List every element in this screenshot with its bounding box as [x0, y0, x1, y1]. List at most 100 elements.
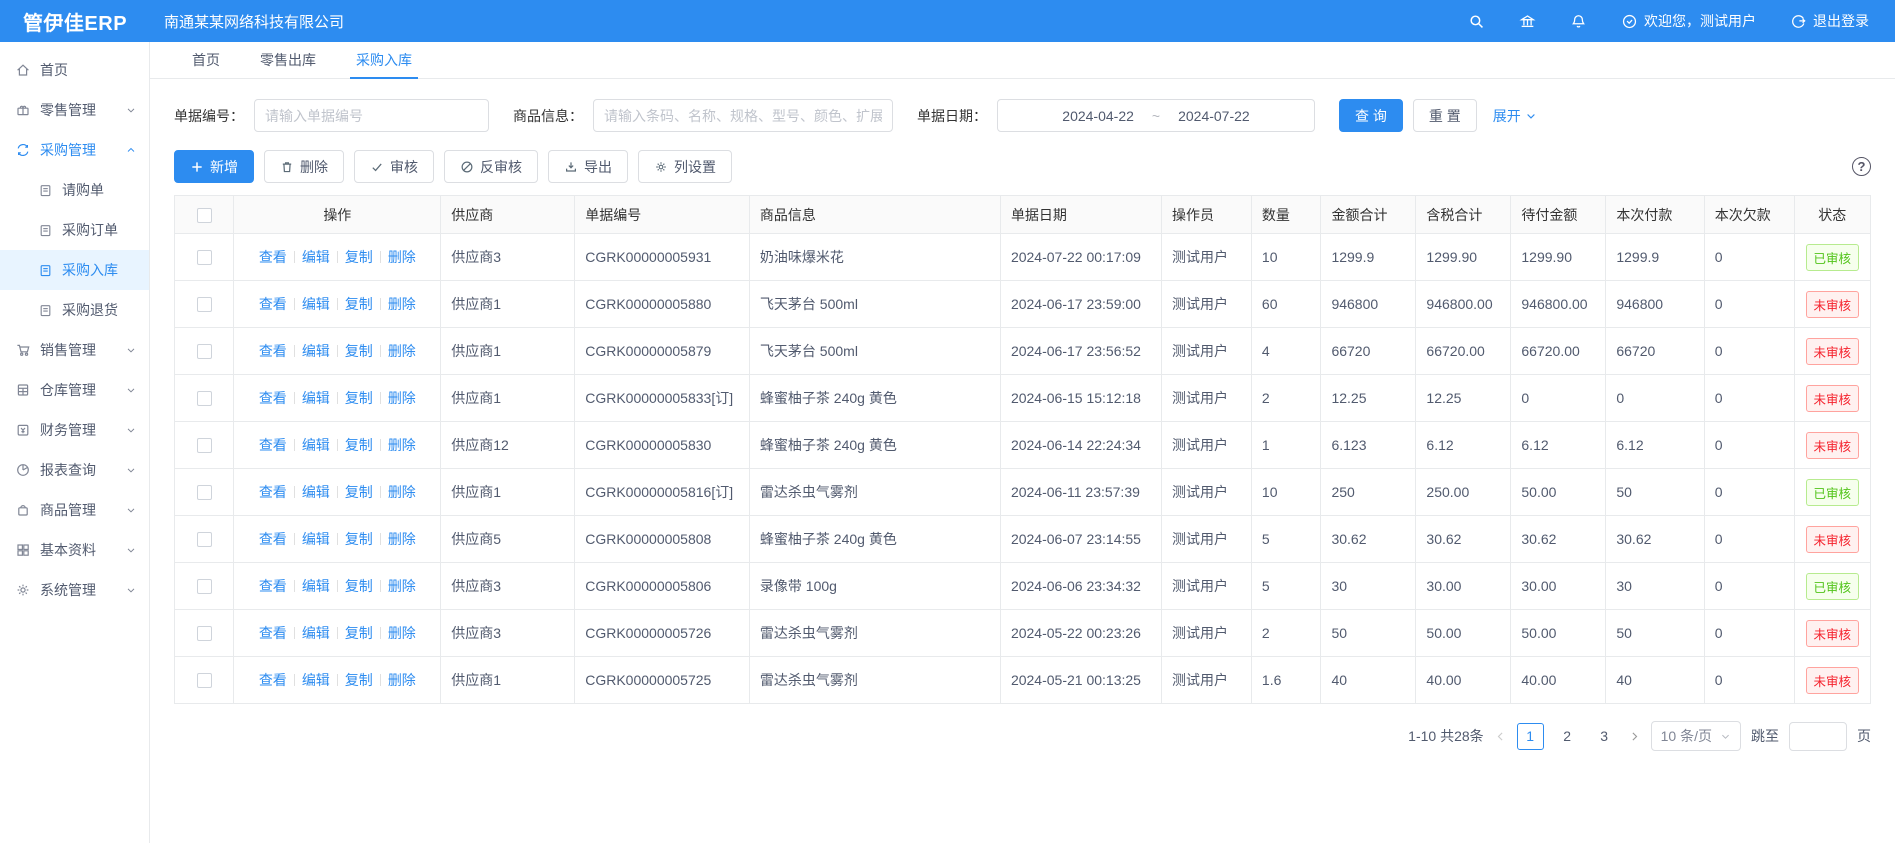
row-checkbox[interactable] — [197, 391, 212, 406]
edit-link[interactable]: 编辑 — [302, 249, 330, 265]
bell-icon[interactable] — [1570, 13, 1587, 30]
delete-link[interactable]: 删除 — [388, 437, 416, 453]
export-button[interactable]: 导出 — [548, 150, 628, 183]
edit-link[interactable]: 编辑 — [302, 625, 330, 641]
copy-link[interactable]: 复制 — [345, 578, 373, 594]
edit-link[interactable]: 编辑 — [302, 437, 330, 453]
sidebar-item-finance[interactable]: 财务管理 — [0, 410, 149, 450]
sidebar-item-purchase-return[interactable]: 采购退货 — [0, 290, 149, 330]
column-settings-button[interactable]: 列设置 — [638, 150, 732, 183]
edit-link[interactable]: 编辑 — [302, 343, 330, 359]
sidebar-item-warehouse[interactable]: 仓库管理 — [0, 370, 149, 410]
logout-button[interactable]: 退出登录 — [1790, 11, 1869, 31]
bank-building-icon[interactable] — [1519, 13, 1536, 30]
search-button[interactable]: 查 询 — [1339, 99, 1403, 132]
date-from-value[interactable]: 2024-04-22 — [1062, 108, 1134, 124]
row-checkbox[interactable] — [197, 673, 212, 688]
sidebar-item-retail[interactable]: 零售管理 — [0, 90, 149, 130]
view-link[interactable]: 查看 — [259, 343, 287, 359]
view-link[interactable]: 查看 — [259, 296, 287, 312]
date-range-picker[interactable]: 2024-04-22 ~ 2024-07-22 — [997, 99, 1315, 132]
row-checkbox[interactable] — [197, 626, 212, 641]
supplier-cell: 供应商1 — [441, 281, 575, 328]
copy-link[interactable]: 复制 — [345, 249, 373, 265]
edit-link[interactable]: 编辑 — [302, 672, 330, 688]
bill-no-input[interactable] — [254, 99, 489, 132]
row-checkbox[interactable] — [197, 532, 212, 547]
row-checkbox[interactable] — [197, 485, 212, 500]
page-button-3[interactable]: 3 — [1591, 723, 1618, 750]
sidebar-item-requisition[interactable]: 请购单 — [0, 170, 149, 210]
view-link[interactable]: 查看 — [259, 390, 287, 406]
copy-link[interactable]: 复制 — [345, 343, 373, 359]
date-cell: 2024-06-06 23:34:32 — [1000, 563, 1161, 610]
view-link[interactable]: 查看 — [259, 437, 287, 453]
sidebar-item-purchase[interactable]: 采购管理 — [0, 130, 149, 170]
view-link[interactable]: 查看 — [259, 672, 287, 688]
sidebar-item-goods[interactable]: 商品管理 — [0, 490, 149, 530]
sidebar-item-home[interactable]: 首页 — [0, 50, 149, 90]
delete-link[interactable]: 删除 — [388, 484, 416, 500]
add-button[interactable]: 新增 — [174, 150, 254, 183]
next-page-button[interactable] — [1628, 730, 1641, 743]
jump-page-input[interactable] — [1789, 722, 1847, 751]
delete-link[interactable]: 删除 — [388, 343, 416, 359]
select-all-checkbox[interactable] — [197, 208, 212, 223]
tab-retail-outbound[interactable]: 零售出库 — [240, 42, 336, 78]
edit-link[interactable]: 编辑 — [302, 531, 330, 547]
product-info-input[interactable] — [593, 99, 893, 132]
copy-link[interactable]: 复制 — [345, 296, 373, 312]
row-checkbox[interactable] — [197, 344, 212, 359]
sidebar-item-basic-data[interactable]: 基本资料 — [0, 530, 149, 570]
copy-link[interactable]: 复制 — [345, 531, 373, 547]
copy-link[interactable]: 复制 — [345, 672, 373, 688]
sidebar-item-system[interactable]: 系统管理 — [0, 570, 149, 610]
delete-link[interactable]: 删除 — [388, 672, 416, 688]
status-badge: 未审核 — [1806, 620, 1860, 647]
view-link[interactable]: 查看 — [259, 531, 287, 547]
sidebar-item-reports[interactable]: 报表查询 — [0, 450, 149, 490]
delete-link[interactable]: 删除 — [388, 390, 416, 406]
edit-link[interactable]: 编辑 — [302, 296, 330, 312]
date-to-value[interactable]: 2024-07-22 — [1178, 108, 1250, 124]
help-icon[interactable]: ? — [1852, 157, 1871, 176]
delete-link[interactable]: 删除 — [388, 249, 416, 265]
delete-link[interactable]: 删除 — [388, 625, 416, 641]
edit-link[interactable]: 编辑 — [302, 390, 330, 406]
view-link[interactable]: 查看 — [259, 484, 287, 500]
view-link[interactable]: 查看 — [259, 578, 287, 594]
delete-link[interactable]: 删除 — [388, 531, 416, 547]
user-menu[interactable]: 欢迎您，测试用户 — [1621, 11, 1756, 31]
tab-purchase-inbound[interactable]: 采购入库 — [336, 42, 432, 78]
copy-link[interactable]: 复制 — [345, 484, 373, 500]
search-icon[interactable] — [1468, 13, 1485, 30]
tab-home[interactable]: 首页 — [172, 42, 240, 78]
delete-link[interactable]: 删除 — [388, 296, 416, 312]
copy-link[interactable]: 复制 — [345, 625, 373, 641]
reset-button[interactable]: 重 置 — [1413, 99, 1477, 132]
audit-button[interactable]: 审核 — [354, 150, 434, 183]
chevron-up-icon — [125, 144, 137, 156]
page-size-select[interactable]: 10 条/页 — [1651, 721, 1741, 751]
prev-page-button[interactable] — [1494, 730, 1507, 743]
delete-button[interactable]: 删除 — [264, 150, 344, 183]
row-checkbox[interactable] — [197, 579, 212, 594]
view-link[interactable]: 查看 — [259, 625, 287, 641]
delete-link[interactable]: 删除 — [388, 578, 416, 594]
row-checkbox[interactable] — [197, 438, 212, 453]
page-button-1[interactable]: 1 — [1517, 723, 1544, 750]
expand-filters-link[interactable]: 展开 — [1493, 106, 1537, 126]
row-checkbox[interactable] — [197, 297, 212, 312]
copy-link[interactable]: 复制 — [345, 390, 373, 406]
unaudit-button[interactable]: 反审核 — [444, 150, 538, 183]
copy-link[interactable]: 复制 — [345, 437, 373, 453]
status-badge: 未审核 — [1806, 338, 1860, 365]
edit-link[interactable]: 编辑 — [302, 578, 330, 594]
page-button-2[interactable]: 2 — [1554, 723, 1581, 750]
row-checkbox[interactable] — [197, 250, 212, 265]
view-link[interactable]: 查看 — [259, 249, 287, 265]
edit-link[interactable]: 编辑 — [302, 484, 330, 500]
sidebar-item-purchase-order[interactable]: 采购订单 — [0, 210, 149, 250]
sidebar-item-purchase-inbound[interactable]: 采购入库 — [0, 250, 149, 290]
sidebar-item-sales[interactable]: 销售管理 — [0, 330, 149, 370]
